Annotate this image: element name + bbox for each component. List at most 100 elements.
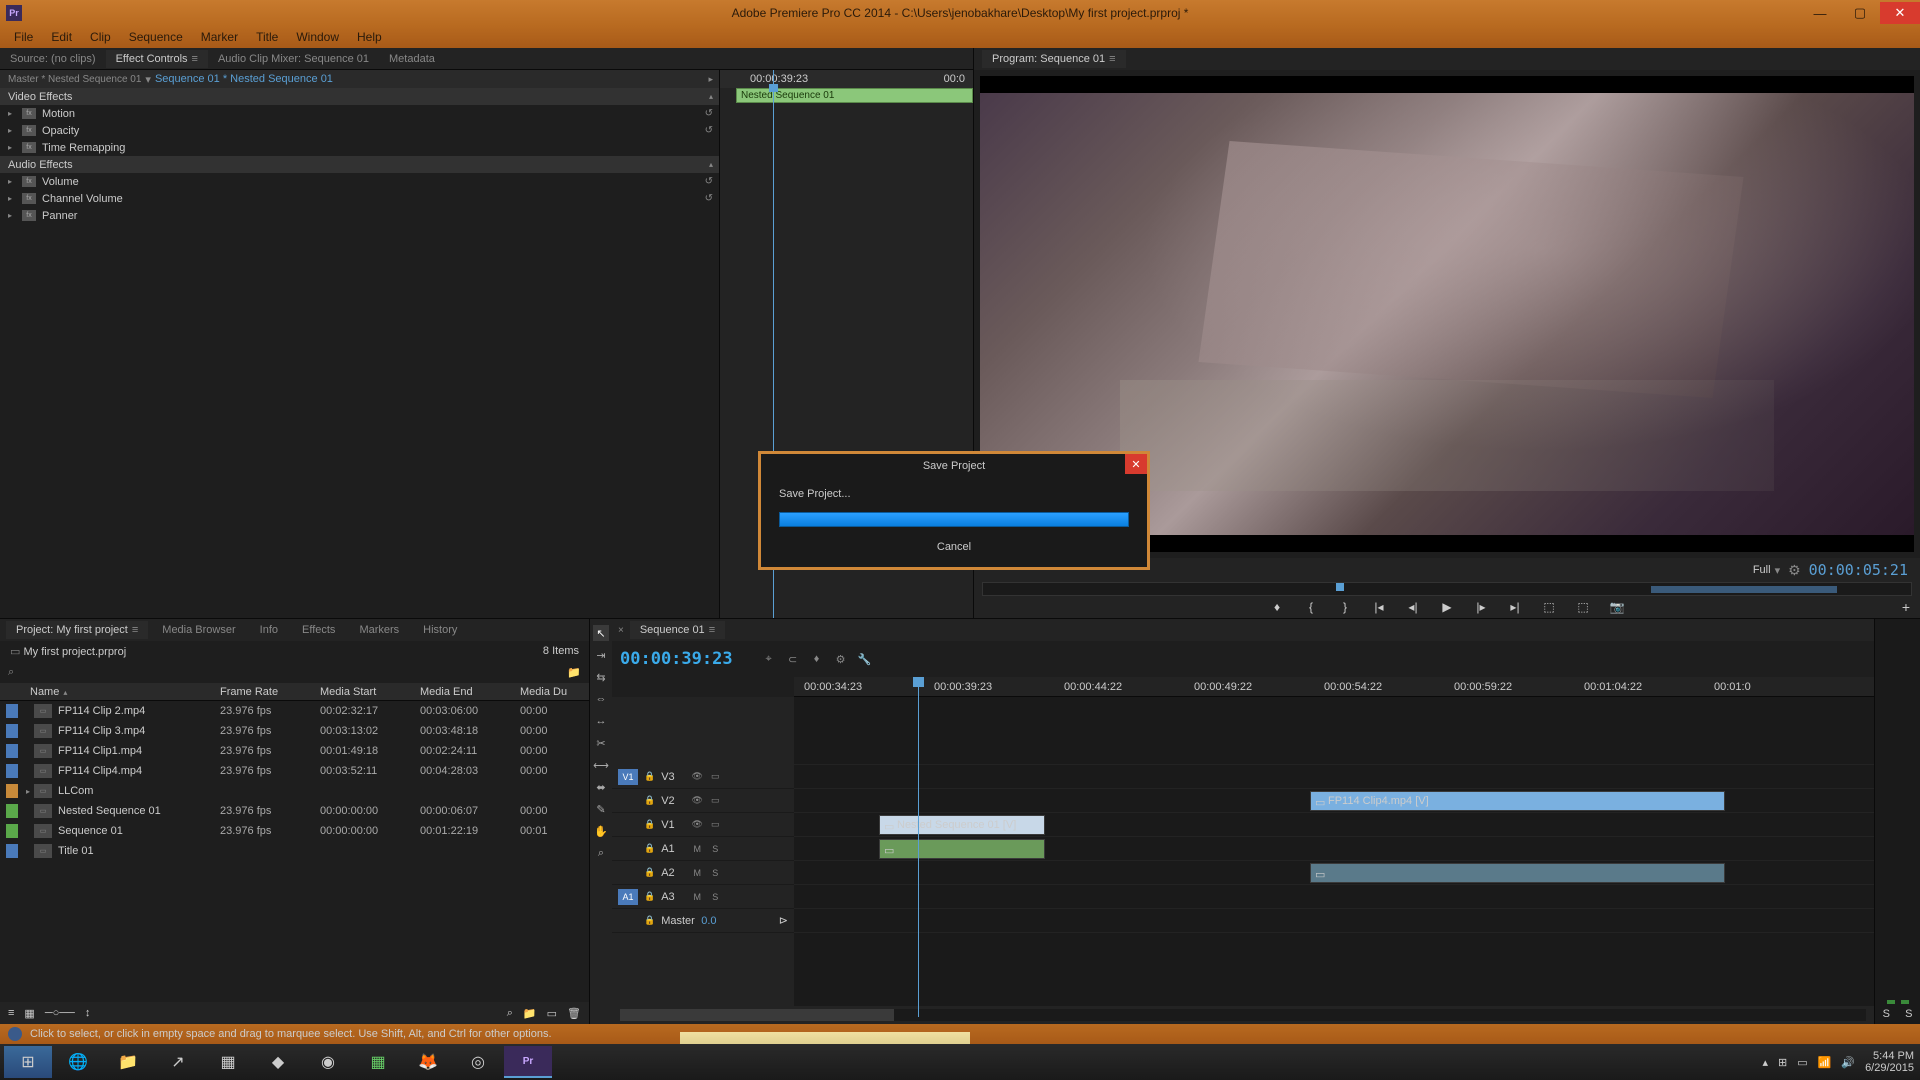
start-button[interactable]: ⊞: [4, 1046, 52, 1078]
snap-icon[interactable]: ⌖: [761, 653, 777, 666]
menu-sequence[interactable]: Sequence: [121, 28, 191, 46]
taskbar-app[interactable]: ↗: [154, 1046, 202, 1078]
marker-button[interactable]: ♦: [1268, 600, 1286, 614]
menu-title[interactable]: Title: [248, 28, 286, 46]
rolling-edit-tool[interactable]: ⇔: [593, 691, 609, 707]
tray-network-icon[interactable]: 📶: [1818, 1056, 1832, 1069]
taskbar-firefox[interactable]: 🦊: [404, 1046, 452, 1078]
col-media-duration[interactable]: Media Du: [520, 686, 570, 698]
chevron-down-icon[interactable]: ▾: [1775, 564, 1781, 577]
slide-tool[interactable]: ⬌: [593, 779, 609, 795]
menu-help[interactable]: Help: [349, 28, 390, 46]
zoom-slider[interactable]: ─○──: [45, 1007, 75, 1019]
go-to-in-button[interactable]: |◂: [1370, 600, 1388, 614]
panel-menu-icon[interactable]: ≡: [132, 624, 138, 636]
col-media-start[interactable]: Media Start: [320, 686, 420, 698]
tray-volume-icon[interactable]: 🔊: [1841, 1056, 1855, 1069]
effect-motion[interactable]: ▸fxMotion↺: [0, 105, 719, 122]
work-area[interactable]: [1651, 586, 1837, 593]
add-button[interactable]: +: [1902, 599, 1910, 615]
ripple-edit-tool[interactable]: ⇆: [593, 669, 609, 685]
lock-icon[interactable]: 🔒: [644, 819, 655, 830]
effect-channel-volume[interactable]: ▸fxChannel Volume↺: [0, 190, 719, 207]
track-v3[interactable]: V1🔒V3👁▭: [612, 765, 794, 789]
find-icon[interactable]: ⌕: [507, 1007, 513, 1020]
project-item[interactable]: ▭FP114 Clip1.mp423.976 fps00:01:49:1800:…: [0, 741, 589, 761]
eye-icon[interactable]: 👁: [691, 771, 703, 782]
selection-tool[interactable]: ↖: [593, 625, 609, 641]
lift-button[interactable]: ⬚: [1540, 600, 1558, 614]
marker-icon[interactable]: ♦: [809, 653, 825, 665]
program-timecode[interactable]: 00:00:05:21: [1809, 561, 1908, 579]
clip-nested-video[interactable]: ▭Nested Sequence 01 [V]: [879, 815, 1045, 835]
cancel-button[interactable]: Cancel: [779, 541, 1129, 553]
rate-stretch-tool[interactable]: ↔: [593, 713, 609, 729]
col-media-end[interactable]: Media End: [420, 686, 520, 698]
reset-icon[interactable]: ↺: [705, 193, 713, 204]
taskbar-chrome[interactable]: ◉: [304, 1046, 352, 1078]
project-item[interactable]: ▭FP114 Clip 2.mp423.976 fps00:02:32:1700…: [0, 701, 589, 721]
playhead-marker[interactable]: [1336, 583, 1344, 591]
effect-time-remapping[interactable]: ▸fxTime Remapping: [0, 139, 719, 156]
track-a2[interactable]: 🔒A2MS: [612, 861, 794, 885]
new-item-icon[interactable]: ▭: [547, 1007, 557, 1020]
taskbar-app[interactable]: ◆: [254, 1046, 302, 1078]
dialog-close-button[interactable]: ✕: [1125, 454, 1147, 474]
linked-selection-icon[interactable]: ⊂: [785, 653, 801, 666]
panel-menu-icon[interactable]: ≡: [192, 53, 198, 65]
panel-menu-icon[interactable]: ≡: [709, 624, 715, 636]
eye-icon[interactable]: 👁: [691, 819, 703, 830]
tray-icon[interactable]: ⊞: [1778, 1056, 1787, 1069]
project-item[interactable]: ▭FP114 Clip4.mp423.976 fps00:03:52:1100:…: [0, 761, 589, 781]
menu-edit[interactable]: Edit: [43, 28, 80, 46]
slip-tool[interactable]: ⟷: [593, 757, 609, 773]
timeline-playhead[interactable]: [918, 677, 919, 1017]
system-clock[interactable]: 5:44 PM 6/29/2015: [1865, 1050, 1914, 1074]
tab-history[interactable]: History: [413, 621, 467, 639]
tab-program[interactable]: Program: Sequence 01≡: [982, 50, 1126, 68]
tab-media-browser[interactable]: Media Browser: [152, 621, 245, 639]
menu-clip[interactable]: Clip: [82, 28, 119, 46]
track-a1[interactable]: 🔒A1MS: [612, 837, 794, 861]
taskbar-premiere[interactable]: Pr: [504, 1046, 552, 1078]
wrench-icon[interactable]: 🔧: [857, 653, 873, 666]
panel-menu-icon[interactable]: ≡: [1109, 53, 1115, 65]
maximize-button[interactable]: ▢: [1840, 2, 1880, 24]
tab-audio-mixer[interactable]: Audio Clip Mixer: Sequence 01: [208, 50, 379, 68]
list-view-icon[interactable]: ≡: [8, 1007, 14, 1019]
tab-effects[interactable]: Effects: [292, 621, 345, 639]
col-name[interactable]: Name▴: [0, 686, 220, 698]
export-frame-button[interactable]: 📷: [1608, 600, 1626, 614]
taskbar-app[interactable]: ▦: [204, 1046, 252, 1078]
taskbar-ie[interactable]: 🌐: [54, 1046, 102, 1078]
taskbar-explorer[interactable]: 📁: [104, 1046, 152, 1078]
tray-icon[interactable]: ▭: [1797, 1056, 1807, 1069]
effect-volume[interactable]: ▸fxVolume↺: [0, 173, 719, 190]
chevron-down-icon[interactable]: ▾: [145, 73, 151, 86]
close-button[interactable]: ✕: [1880, 2, 1920, 24]
menu-marker[interactable]: Marker: [193, 28, 246, 46]
taskbar-app[interactable]: ▦: [354, 1046, 402, 1078]
tab-source[interactable]: Source: (no clips): [0, 50, 106, 68]
go-to-out-button[interactable]: ▸|: [1506, 600, 1524, 614]
play-arrow-icon[interactable]: ▸: [708, 74, 713, 85]
track-a3[interactable]: A1🔒A3MS: [612, 885, 794, 909]
project-item[interactable]: ▭Title 01: [0, 841, 589, 861]
play-button[interactable]: ▶: [1438, 600, 1456, 614]
clip-audio[interactable]: ▭: [1310, 863, 1725, 883]
timeline-timecode[interactable]: 00:00:39:23: [620, 649, 733, 669]
timeline-scrollbar[interactable]: [620, 1009, 1866, 1021]
program-scrubber[interactable]: [982, 582, 1912, 596]
step-forward-button[interactable]: |▸: [1472, 600, 1490, 614]
project-item[interactable]: ▭Nested Sequence 0123.976 fps00:00:00:00…: [0, 801, 589, 821]
eye-icon[interactable]: 👁: [691, 795, 703, 806]
tab-close-icon[interactable]: ×: [618, 625, 624, 636]
menu-window[interactable]: Window: [288, 28, 347, 46]
folder-icon[interactable]: 📁: [567, 666, 581, 679]
tab-project[interactable]: Project: My first project≡: [6, 621, 148, 639]
tab-markers[interactable]: Markers: [349, 621, 409, 639]
out-point-button[interactable]: }: [1336, 600, 1354, 614]
lock-icon[interactable]: 🔒: [644, 795, 655, 806]
clip-nested-audio[interactable]: ▭: [879, 839, 1045, 859]
project-item[interactable]: ▭FP114 Clip 3.mp423.976 fps00:03:13:0200…: [0, 721, 589, 741]
